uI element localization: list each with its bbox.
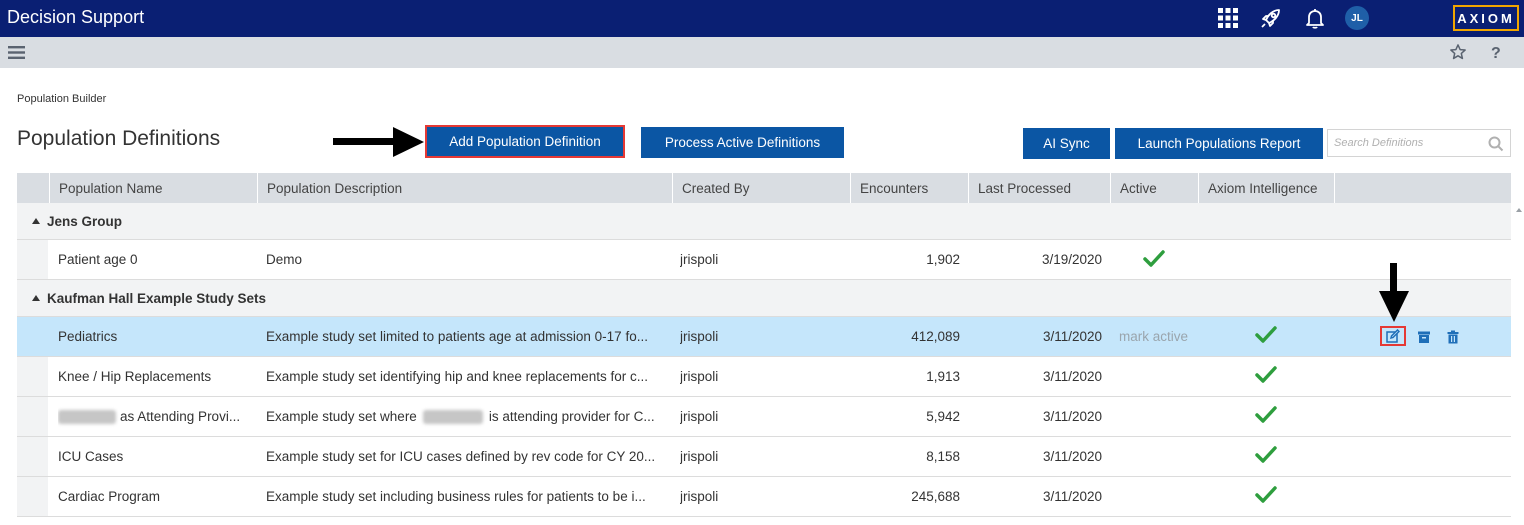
ai-check-icon: [1255, 326, 1277, 343]
collapse-caret-icon[interactable]: [32, 295, 40, 301]
user-avatar[interactable]: JL: [1345, 6, 1369, 30]
table-row[interactable]: Patient age 0 Demo jrispoli 1,902 3/19/2…: [17, 240, 1511, 280]
column-header-active[interactable]: Active: [1111, 173, 1199, 203]
cell-population-description: Example study set including business rul…: [266, 489, 646, 504]
column-header-axiom-intelligence[interactable]: Axiom Intelligence: [1199, 173, 1335, 203]
cell-created-by: jrispoli: [680, 449, 719, 464]
annotation-arrow-down-icon: [1379, 263, 1409, 322]
cell-population-description: Example study set where is attending pro…: [266, 409, 655, 424]
ai-check-icon: [1255, 486, 1277, 503]
breadcrumb[interactable]: Population Builder: [17, 93, 106, 105]
cell-created-by: jrispoli: [680, 409, 719, 424]
cell-encounters: 1,902: [926, 252, 960, 267]
cell-population-name: Pediatrics: [58, 329, 118, 344]
apps-grid-icon[interactable]: [1216, 6, 1240, 30]
search-box: [1327, 129, 1511, 157]
app-title: Decision Support: [7, 7, 145, 27]
ai-check-icon: [1255, 366, 1277, 383]
cell-population-description: Demo: [266, 252, 303, 267]
cell-encounters: 1,913: [926, 369, 960, 384]
rocket-icon[interactable]: [1259, 6, 1283, 30]
header-spacer: [17, 173, 50, 203]
process-active-definitions-button[interactable]: Process Active Definitions: [641, 127, 844, 158]
page-title: Population Definitions: [17, 127, 221, 150]
redacted-name: [58, 409, 116, 424]
axiom-logo: AXIOM: [1453, 5, 1519, 31]
grid-header: Population Name Population Description C…: [17, 173, 1511, 203]
group-row-jens-group[interactable]: Jens Group: [17, 203, 1511, 240]
hamburger-menu-icon[interactable]: [8, 45, 26, 65]
cell-encounters: 8,158: [926, 449, 960, 464]
cell-created-by: jrispoli: [680, 369, 719, 384]
secondary-toolbar: ?: [0, 37, 1524, 68]
redacted-provider: [422, 409, 483, 424]
delete-icon[interactable]: [1444, 328, 1462, 346]
cell-population-description: Example study set for ICU cases defined …: [266, 449, 656, 464]
cell-population-name: as Attending Provi...: [58, 397, 253, 436]
table-row-selected[interactable]: Pediatrics Example study set limited to …: [17, 317, 1511, 357]
column-header-population-name[interactable]: Population Name: [50, 173, 258, 203]
group-label: Kaufman Hall Example Study Sets: [47, 291, 267, 306]
cell-population-name: Cardiac Program: [58, 489, 161, 504]
search-input[interactable]: [1334, 134, 1484, 152]
cell-last-processed: 3/11/2020: [1042, 329, 1102, 344]
cell-created-by: jrispoli: [680, 329, 719, 344]
add-population-definition-button[interactable]: Add Population Definition: [425, 125, 625, 158]
table-row[interactable]: Knee / Hip Replacements Example study se…: [17, 357, 1511, 397]
cell-encounters: 412,089: [911, 329, 960, 344]
cell-created-by: jrispoli: [680, 489, 719, 504]
annotation-arrow-icon: [333, 127, 424, 157]
cell-last-processed: 3/11/2020: [1042, 489, 1102, 504]
cell-encounters: 245,688: [911, 489, 960, 504]
search-icon[interactable]: [1488, 136, 1504, 152]
table-row[interactable]: ICU Cases Example study set for ICU case…: [17, 437, 1511, 477]
cell-population-name: ICU Cases: [58, 449, 124, 464]
scrollbar[interactable]: [1515, 205, 1523, 525]
group-label: Jens Group: [47, 214, 123, 229]
star-icon[interactable]: [1449, 43, 1467, 66]
column-header-encounters[interactable]: Encounters: [851, 173, 969, 203]
cell-encounters: 5,942: [926, 409, 960, 424]
ai-check-icon: [1255, 406, 1277, 423]
column-header-created-by[interactable]: Created By: [673, 173, 851, 203]
cell-last-processed: 3/11/2020: [1042, 409, 1102, 424]
cell-last-processed: 3/19/2020: [1041, 252, 1102, 267]
table-row[interactable]: Cardiac Program Example study set includ…: [17, 477, 1511, 517]
mark-active-link[interactable]: mark active: [1119, 317, 1199, 356]
ai-sync-button[interactable]: AI Sync: [1023, 128, 1110, 159]
ai-check-icon: [1255, 446, 1277, 463]
cell-last-processed: 3/11/2020: [1042, 369, 1102, 384]
cell-population-description: Example study set limited to patients ag…: [266, 329, 648, 344]
active-check-icon[interactable]: [1143, 250, 1165, 268]
column-header-last-processed[interactable]: Last Processed: [969, 173, 1111, 203]
edit-icon[interactable]: [1380, 326, 1406, 346]
cell-population-name: Patient age 0: [58, 252, 138, 267]
launch-populations-report-button[interactable]: Launch Populations Report: [1115, 128, 1323, 159]
top-app-bar: Decision Support JL AXIOM: [0, 0, 1524, 37]
bell-icon[interactable]: [1303, 6, 1327, 30]
group-row-kaufman-hall-example-study-sets[interactable]: Kaufman Hall Example Study Sets: [17, 280, 1511, 317]
help-icon[interactable]: ?: [1489, 43, 1503, 66]
cell-created-by: jrispoli: [680, 252, 719, 267]
collapse-caret-icon[interactable]: [32, 218, 40, 224]
table-row[interactable]: as Attending Provi... Example study set …: [17, 397, 1511, 437]
cell-population-description: Example study set identifying hip and kn…: [266, 369, 648, 384]
svg-text:?: ?: [1491, 45, 1501, 61]
cell-population-name: Knee / Hip Replacements: [58, 369, 212, 384]
column-header-population-description[interactable]: Population Description: [258, 173, 673, 203]
cell-last-processed: 3/11/2020: [1042, 449, 1102, 464]
archive-icon[interactable]: [1415, 328, 1433, 346]
